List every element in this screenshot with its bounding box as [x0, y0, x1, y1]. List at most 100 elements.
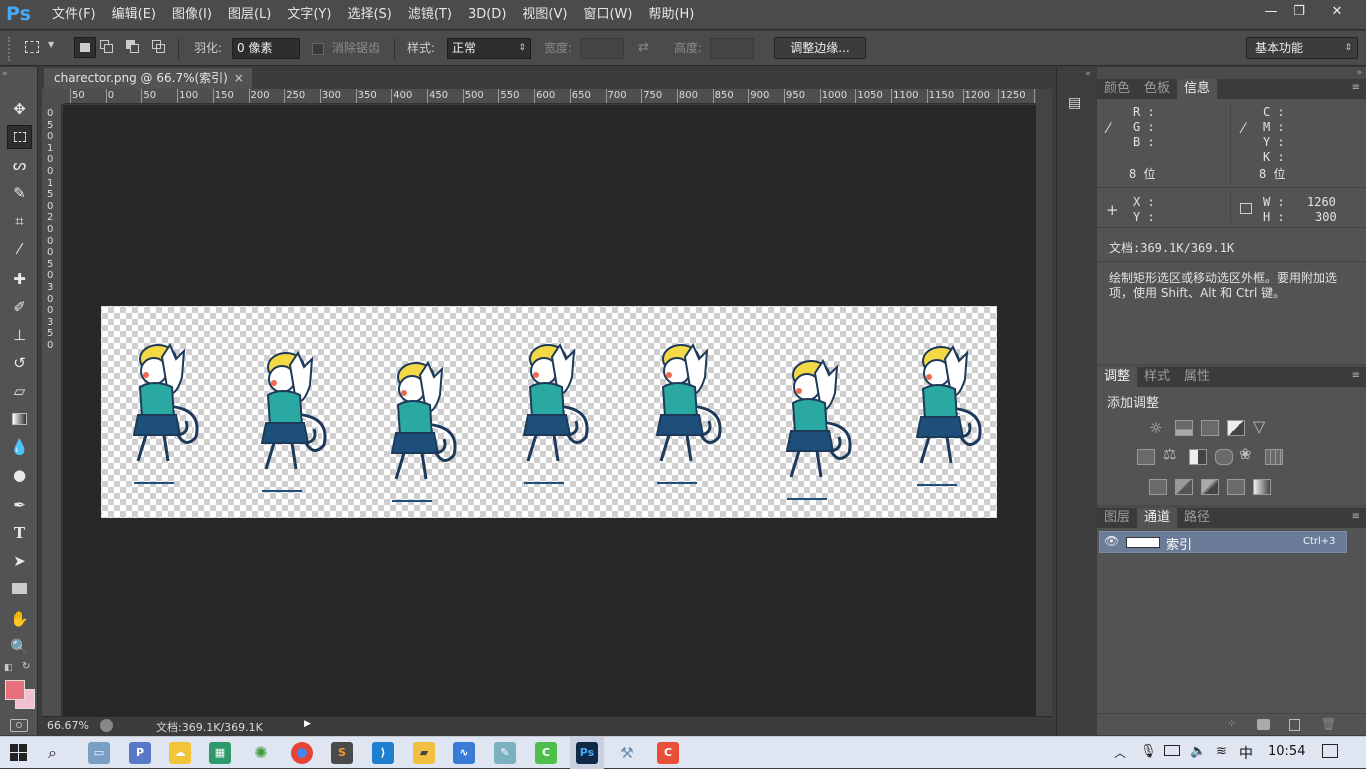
- type-tool-icon[interactable]: T: [7, 521, 32, 545]
- posterize-icon[interactable]: [1175, 479, 1193, 495]
- color-lookup-icon[interactable]: [1265, 449, 1283, 465]
- menu-help[interactable]: 帮助(H): [640, 0, 702, 30]
- clone-stamp-tool-icon[interactable]: ⊥: [7, 323, 32, 347]
- quick-mask-icon[interactable]: [10, 719, 28, 732]
- menu-3d[interactable]: 3D(D): [460, 0, 514, 30]
- menu-type[interactable]: 文字(Y): [279, 0, 339, 30]
- panel-menu-icon[interactable]: ≡: [1352, 511, 1360, 522]
- chrome-icon[interactable]: [291, 742, 313, 764]
- tab-layers[interactable]: 图层: [1097, 508, 1137, 528]
- monitor-app-icon[interactable]: ∿: [453, 742, 475, 764]
- menu-image[interactable]: 图像(I): [164, 0, 220, 30]
- panel-menu-icon[interactable]: ≡: [1352, 82, 1360, 93]
- notes-app-icon[interactable]: ✎: [494, 742, 516, 764]
- black-white-icon[interactable]: [1189, 449, 1207, 465]
- document-canvas[interactable]: [101, 306, 997, 518]
- weather-app-icon[interactable]: ☁: [169, 742, 191, 764]
- exposure-icon[interactable]: [1227, 420, 1245, 436]
- quick-selection-tool-icon[interactable]: ✎: [7, 181, 32, 205]
- task-view-icon[interactable]: ▭: [88, 742, 110, 764]
- eraser-tool-icon[interactable]: ▱: [7, 379, 32, 403]
- file-explorer-icon[interactable]: ▰: [413, 742, 435, 764]
- levels-icon[interactable]: [1175, 420, 1193, 436]
- hand-tool-icon[interactable]: ✋: [7, 607, 32, 631]
- color-balance-icon[interactable]: ⚖: [1163, 445, 1176, 463]
- trash-icon[interactable]: 🗑: [1321, 717, 1336, 731]
- move-tool-icon[interactable]: ✥: [7, 97, 32, 121]
- channel-row-index[interactable]: 👁 索引 Ctrl+3: [1099, 531, 1347, 553]
- path-selection-tool-icon[interactable]: ➤: [7, 549, 32, 573]
- ime-indicator[interactable]: 中: [1239, 743, 1253, 763]
- history-brush-tool-icon[interactable]: ↺: [7, 351, 32, 375]
- canvas-workspace[interactable]: [63, 105, 1036, 716]
- brush-tool-icon[interactable]: ✐: [7, 295, 32, 319]
- gradient-tool-icon[interactable]: [7, 407, 32, 431]
- app-c-red-icon[interactable]: C: [657, 742, 679, 764]
- menu-filter[interactable]: 滤镜(T): [400, 0, 460, 30]
- channel-mixer-icon[interactable]: ❀: [1239, 445, 1252, 463]
- clock[interactable]: 10:54: [1268, 744, 1305, 759]
- refine-edge-button[interactable]: 调整边缘...: [774, 37, 866, 59]
- gradient-map-icon[interactable]: [1253, 479, 1271, 495]
- collapse-panels-icon[interactable]: »: [1356, 68, 1362, 78]
- panel-menu-icon[interactable]: ≡: [1352, 370, 1360, 381]
- sublime-text-icon[interactable]: S: [331, 742, 353, 764]
- tab-paths[interactable]: 路径: [1177, 508, 1217, 528]
- app-p-icon[interactable]: P: [129, 742, 151, 764]
- height-input[interactable]: [710, 38, 754, 59]
- visibility-eye-icon[interactable]: 👁: [1104, 534, 1119, 548]
- close-button[interactable]: ✕: [1322, 2, 1352, 22]
- dodge-tool-icon[interactable]: ●: [7, 463, 32, 487]
- crop-tool-icon[interactable]: ⌗: [7, 209, 32, 233]
- new-selection-button[interactable]: [74, 37, 96, 58]
- invert-icon[interactable]: [1149, 479, 1167, 495]
- pen-tool-icon[interactable]: ✒: [7, 493, 32, 517]
- menu-edit[interactable]: 编辑(E): [104, 0, 164, 30]
- workspace-select[interactable]: 基本功能 ⇕: [1246, 37, 1358, 59]
- collapse-dock-icon[interactable]: «: [1085, 69, 1091, 79]
- tab-properties[interactable]: 属性: [1177, 367, 1217, 387]
- menu-file[interactable]: 文件(F): [44, 0, 104, 30]
- volume-icon[interactable]: 🔈: [1190, 744, 1206, 759]
- feather-input[interactable]: 0 像素: [232, 38, 300, 59]
- subtract-from-selection-button[interactable]: [126, 40, 140, 54]
- swap-arrows-icon[interactable]: ⇄: [638, 40, 649, 55]
- new-channel-icon[interactable]: [1289, 719, 1300, 731]
- ruler-origin[interactable]: [42, 89, 64, 104]
- save-selection-icon[interactable]: [1257, 719, 1270, 730]
- antialias-checkbox[interactable]: [312, 43, 324, 55]
- selective-color-icon[interactable]: [1227, 479, 1245, 495]
- collapse-toolbox-icon[interactable]: »: [2, 69, 8, 79]
- menu-layer[interactable]: 图层(L): [220, 0, 279, 30]
- menu-select[interactable]: 选择(S): [339, 0, 399, 30]
- zoom-tool-icon[interactable]: 🔍: [7, 635, 32, 659]
- blur-tool-icon[interactable]: 💧: [7, 435, 32, 459]
- vibrance-icon[interactable]: ▽: [1253, 417, 1265, 436]
- battery-icon[interactable]: [1164, 745, 1180, 756]
- healing-brush-tool-icon[interactable]: ✚: [7, 267, 32, 291]
- gear-app-icon[interactable]: ✺: [250, 742, 272, 764]
- notification-center-icon[interactable]: [1322, 744, 1338, 758]
- foreground-color-swatch[interactable]: [5, 680, 25, 700]
- minimize-button[interactable]: —: [1256, 2, 1286, 22]
- status-menu-arrow-icon[interactable]: ▶: [304, 719, 311, 729]
- tab-info[interactable]: 信息: [1177, 79, 1217, 99]
- photoshop-taskbar-icon[interactable]: Ps: [576, 742, 598, 764]
- threshold-icon[interactable]: [1201, 479, 1219, 495]
- intersect-selection-button[interactable]: [152, 40, 166, 54]
- add-to-selection-button[interactable]: [100, 40, 114, 54]
- eyedropper-tool-icon[interactable]: ⁄: [7, 237, 32, 261]
- vertical-scrollbar[interactable]: [1036, 89, 1052, 716]
- hue-saturation-icon[interactable]: [1137, 449, 1155, 465]
- brightness-icon[interactable]: ☼: [1149, 419, 1162, 437]
- menu-window[interactable]: 窗口(W): [575, 0, 640, 30]
- lasso-tool-icon[interactable]: ᔕ: [7, 153, 32, 177]
- calculator-app-icon[interactable]: ▦: [209, 742, 231, 764]
- history-panel-icon[interactable]: ▤: [1068, 95, 1086, 113]
- tab-adjustments[interactable]: 调整: [1097, 367, 1137, 387]
- vscode-icon[interactable]: ⟩: [372, 742, 394, 764]
- tab-channels[interactable]: 通道: [1137, 508, 1177, 528]
- curves-icon[interactable]: [1201, 420, 1219, 436]
- restore-button[interactable]: ❐: [1284, 2, 1314, 22]
- zoom-level[interactable]: 66.67%: [47, 719, 89, 732]
